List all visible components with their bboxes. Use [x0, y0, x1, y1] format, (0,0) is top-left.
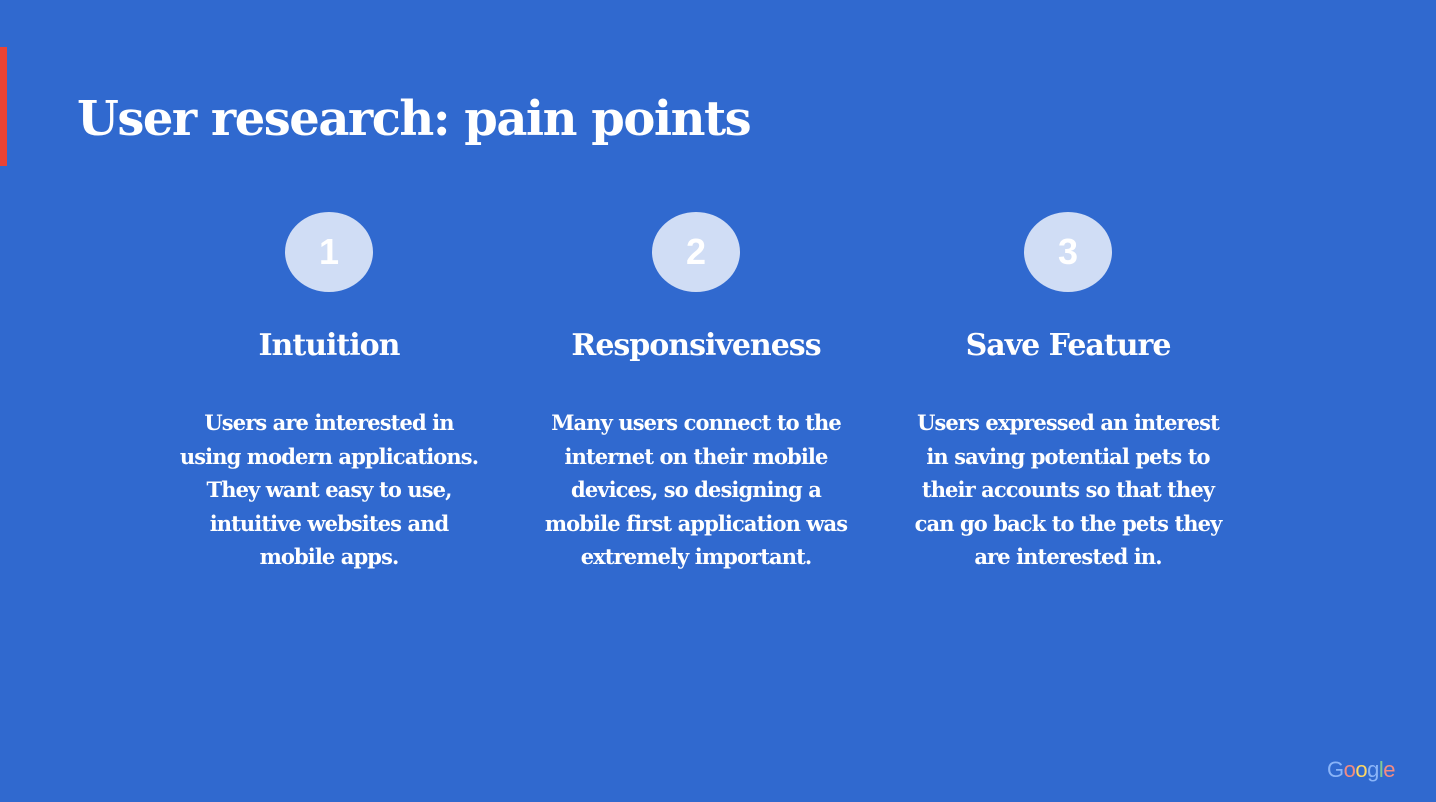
- pain-point-card-intuition: 1 Intuition Users are interested in usin…: [169, 212, 489, 574]
- pain-point-heading: Intuition: [258, 328, 401, 363]
- number-circle-1: 1: [285, 212, 373, 292]
- pain-point-card-responsiveness: 2 Responsiveness Many users connect to t…: [536, 212, 856, 574]
- pain-point-card-save-feature: 3 Save Feature Users expressed an intere…: [908, 212, 1228, 574]
- google-logo: Google: [1327, 757, 1396, 783]
- slide-title: User research: pain points: [77, 91, 752, 147]
- pain-point-heading: Save Feature: [965, 328, 1172, 363]
- pain-point-description: Users expressed an interest in saving po…: [914, 410, 1223, 569]
- logo-letter: o: [1343, 757, 1356, 782]
- logo-letter: g: [1367, 757, 1379, 782]
- pain-point-description: Users are interested in using modern app…: [179, 410, 479, 569]
- logo-letter: o: [1355, 757, 1368, 782]
- accent-bar: [0, 47, 7, 166]
- slide: User research: pain points 1 Intuition U…: [0, 0, 1436, 802]
- number-circle-3: 3: [1024, 212, 1112, 292]
- logo-letter: G: [1327, 757, 1344, 782]
- number-circle-2: 2: [652, 212, 740, 292]
- pain-point-description: Many users connect to the internet on th…: [544, 410, 848, 569]
- pain-point-heading: Responsiveness: [571, 328, 821, 363]
- logo-letter: e: [1383, 757, 1396, 782]
